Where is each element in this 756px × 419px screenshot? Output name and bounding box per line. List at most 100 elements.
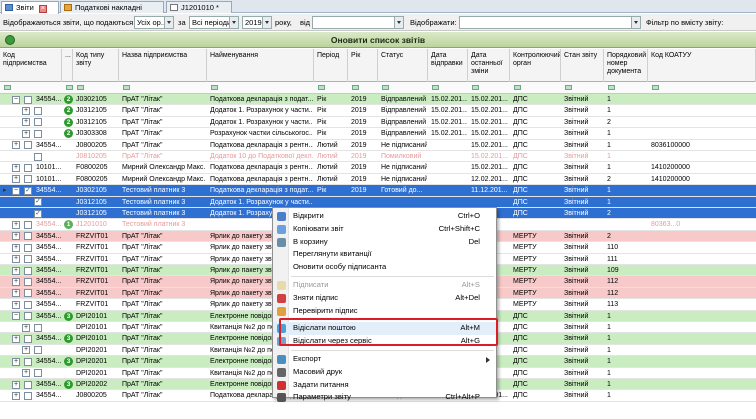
menu-item[interactable]: Відкрити Ctrl+O [273,210,496,223]
close-icon[interactable]: × [38,5,47,13]
collapse-icon[interactable]: − [12,95,20,104]
expand-icon[interactable]: + [12,175,20,184]
table-row[interactable]: − 2 34554... J0302105 ПрАТ "Літак" Податкова … [0,94,756,106]
expand-icon[interactable]: + [12,334,20,343]
tab-document[interactable]: J1201010 * [166,1,232,13]
column-header[interactable]: Статус [378,49,428,82]
row-checkbox[interactable] [34,346,42,355]
filter-icon[interactable] [514,85,521,90]
filter-icon[interactable] [652,85,659,90]
table-row[interactable]: +10101... F0800205 Мирний Олександр Макс..… [0,162,756,174]
tab-tax-invoices[interactable]: Податкові накладні [60,1,164,13]
expand-icon[interactable]: + [12,163,20,172]
expand-icon[interactable]: + [12,300,20,309]
table-row[interactable]: +10101... F0800205 Мирний Олександр Макс..… [0,173,756,186]
table-row[interactable]: J0810205 ПрАТ "Літак" Додаток 10 до Податк… [0,151,756,163]
filter-icon[interactable] [211,85,218,90]
menu-item[interactable]: Переглянути квитанції [273,248,496,261]
row-checkbox[interactable] [24,380,32,389]
table-row[interactable]: +2 J0303308 ПрАТ "Літак" Розрахунок частки … [0,128,756,140]
row-checkbox[interactable]: ✓ [34,198,42,207]
expand-icon[interactable]: + [22,346,30,355]
expand-icon[interactable]: + [12,243,20,252]
row-checkbox[interactable] [34,106,42,115]
expand-icon[interactable]: + [12,266,20,275]
expand-icon[interactable]: + [12,391,20,400]
expand-icon[interactable]: + [12,255,20,264]
row-checkbox[interactable] [24,243,32,252]
row-checkbox[interactable]: ✓ [24,186,32,195]
expand-icon[interactable]: + [22,106,30,115]
row-checkbox[interactable] [34,152,42,161]
row-checkbox[interactable] [34,118,42,127]
expand-icon[interactable]: + [22,323,30,332]
row-checkbox[interactable] [24,175,32,184]
row-checkbox[interactable] [24,141,32,150]
column-header[interactable]: Рік [348,49,378,82]
row-checkbox[interactable] [24,300,32,309]
menu-item[interactable]: Параметри звіту Ctrl+Alt+P [273,391,496,404]
column-header[interactable]: Стан звіту [561,49,604,82]
menu-item[interactable]: В корзину Del [273,236,496,249]
filter-icon[interactable] [352,85,359,90]
filter-icon[interactable] [382,85,389,90]
row-checkbox[interactable] [24,232,32,241]
row-checkbox[interactable] [34,323,42,332]
row-checkbox[interactable] [24,334,32,343]
chevron-down-icon[interactable] [631,17,640,28]
table-row[interactable]: +2 J0312105 ПрАТ "Літак" Додаток 1. Розраху… [0,116,756,129]
expand-icon[interactable]: + [22,118,30,127]
column-header[interactable]: Код підприємства [0,49,62,82]
column-header[interactable]: Дата останньої зміни [468,49,510,82]
collapse-icon[interactable]: − [12,312,20,321]
row-checkbox[interactable] [24,266,32,275]
row-checkbox[interactable] [34,369,42,378]
row-checkbox[interactable] [24,391,32,400]
expand-icon[interactable]: + [12,277,20,286]
row-checkbox[interactable] [34,129,42,138]
row-checkbox[interactable] [24,163,32,172]
period-select[interactable]: Всі періоди [189,16,239,29]
column-header[interactable]: Назва підприємства [119,49,207,82]
menu-item[interactable]: Копіювати звіт Ctrl+Shift+C [273,223,496,236]
refresh-bar[interactable]: Оновити список звітів [0,32,756,48]
column-header[interactable]: Порядковий номер документа [604,49,648,82]
expand-icon[interactable]: + [12,357,20,366]
row-checkbox[interactable] [24,277,32,286]
chevron-down-icon[interactable] [229,17,238,28]
column-header[interactable]: Код КОАТУУ [648,49,756,82]
table-row[interactable]: +2 J0312105 ПрАТ "Літак" Додаток 1. Розраху… [0,105,756,117]
filter-icon[interactable] [4,85,11,90]
column-header[interactable]: Код типу звіту [73,49,119,82]
row-checkbox[interactable] [24,357,32,366]
organ-select[interactable]: Усіх ор... [134,16,174,29]
filter-icon[interactable] [608,85,615,90]
menu-item[interactable]: Задати питання [273,379,496,392]
row-checkbox[interactable] [24,95,32,104]
table-row[interactable]: +34554... J0800205 ПрАТ "Літак" Податкова д… [0,139,756,151]
tab-reports[interactable]: Звіти × [1,1,59,14]
table-row[interactable]: ▸ − ✓ 34554... J0302105 Тестовий платник 3 Под… [0,185,756,197]
menu-item[interactable]: Перевірити підпис [273,305,496,318]
filter-icon[interactable] [472,85,479,90]
menu-item[interactable]: Експорт [273,353,496,366]
expand-icon[interactable]: + [12,289,20,298]
display-select[interactable] [459,16,641,29]
chevron-down-icon[interactable] [164,17,173,28]
menu-item[interactable]: Масовий друк [273,366,496,379]
filter-icon[interactable] [77,85,84,90]
row-checkbox[interactable]: ✓ [34,209,42,218]
expand-icon[interactable]: + [22,129,30,138]
collapse-icon[interactable]: − [12,186,20,195]
filter-icon[interactable] [565,85,572,90]
column-header[interactable]: Контролюючий орган [510,49,561,82]
year-select[interactable]: 2019 [242,16,272,29]
row-checkbox[interactable] [24,289,32,298]
filter-icon[interactable] [123,85,130,90]
menu-item[interactable]: Оновити особу підписанта [273,261,496,274]
expand-icon[interactable]: + [12,141,20,150]
row-checkbox[interactable] [24,312,32,321]
expand-icon[interactable]: + [12,220,20,229]
row-checkbox[interactable] [24,255,32,264]
filter-icon[interactable] [432,85,439,90]
